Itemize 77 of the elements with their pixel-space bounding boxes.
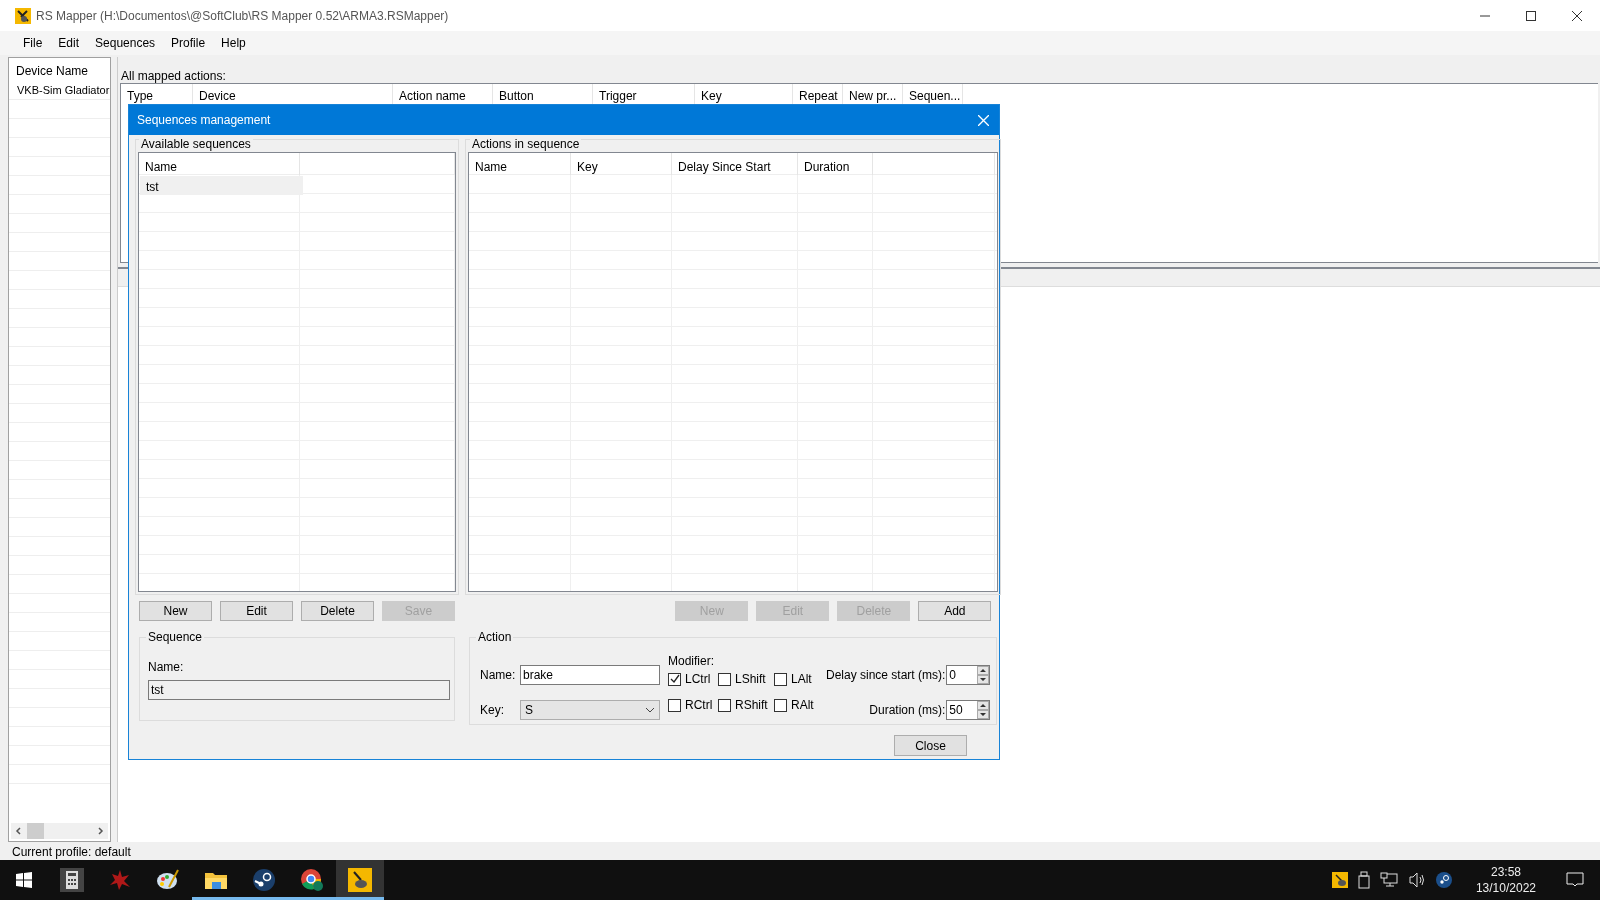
window-title: RS Mapper (H:\Documentos\@SoftClub\RS Mapper 0.52\ARMA3.RSMapper) [36, 7, 449, 25]
scrollbar-thumb[interactable] [27, 823, 44, 839]
column-header[interactable]: Delay Since Start [672, 153, 798, 175]
button[interactable]: Edit [220, 601, 293, 621]
menu-item[interactable]: Edit [50, 34, 88, 52]
button[interactable]: Delete [301, 601, 374, 621]
column-header[interactable]: Name [139, 153, 300, 175]
field-label: Delay since start (ms): [826, 666, 946, 684]
number-spinner[interactable]: 50 [946, 699, 991, 720]
spin-arrows-icon[interactable] [977, 665, 990, 684]
checkbox-label[interactable]: LAlt [791, 670, 812, 688]
joystick-icon [348, 868, 372, 892]
menu-item[interactable]: Help [213, 34, 254, 52]
app-icon [15, 7, 31, 24]
splat-icon [108, 868, 132, 892]
taskbar-button[interactable] [336, 860, 384, 900]
scroll-right-icon[interactable] [96, 827, 104, 835]
maximize-icon[interactable] [1526, 10, 1536, 21]
checkbox[interactable] [668, 698, 681, 712]
steam-icon[interactable] [1435, 872, 1452, 888]
menu-item[interactable]: File [15, 34, 51, 52]
list-row[interactable]: tst [140, 176, 303, 195]
checkbox[interactable] [668, 672, 681, 686]
usb-icon[interactable] [1357, 871, 1370, 889]
button[interactable]: Add [918, 601, 992, 621]
joystick-icon[interactable] [1331, 872, 1348, 888]
close-icon[interactable] [1572, 10, 1582, 21]
group-label: Sequence [146, 630, 205, 644]
check-icon [669, 674, 680, 684]
horizontal-scrollbar[interactable] [11, 823, 108, 839]
group-label: Available sequences [139, 137, 253, 151]
section-label: All mapped actions: [120, 68, 226, 83]
column-header[interactable]: Duration [798, 153, 873, 175]
steam-icon [252, 868, 276, 892]
clock-date: 13/10/2022 [1475, 880, 1536, 896]
start-icon[interactable] [16, 872, 32, 888]
volume-icon[interactable] [1407, 872, 1426, 888]
field-label: Modifier: [668, 653, 715, 668]
close-button[interactable]: Close [894, 735, 967, 756]
column-header[interactable]: Name [469, 153, 571, 175]
group-label: Action [476, 630, 514, 644]
name-field[interactable]: brake [520, 664, 660, 685]
menu-item[interactable]: Sequences [87, 34, 164, 52]
group-label: Actions in sequence [470, 137, 582, 151]
field-label: Name: [148, 659, 185, 676]
clock-time: 23:58 [1490, 864, 1521, 880]
caret-icon [645, 706, 655, 713]
button[interactable]: New [139, 601, 212, 621]
menu-item[interactable]: Profile [163, 34, 214, 52]
palette-icon [156, 868, 180, 892]
checkbox[interactable] [718, 698, 731, 712]
dialog-title: Sequences management [137, 112, 271, 129]
checkbox-label[interactable]: RCtrl [685, 696, 713, 714]
key-dropdown[interactable]: S [520, 699, 660, 720]
checkbox-label[interactable]: RShift [735, 696, 768, 714]
status-text: Current profile: default [12, 845, 131, 859]
network-icon[interactable] [1379, 872, 1398, 888]
checkbox-label[interactable]: RAlt [791, 696, 814, 714]
notifications-icon[interactable] [1566, 872, 1584, 888]
checkbox[interactable] [774, 698, 787, 712]
spin-arrows-icon[interactable] [977, 700, 990, 719]
browser-icon [300, 868, 324, 892]
checkbox-label[interactable]: LCtrl [685, 670, 711, 688]
clock[interactable]: 23:58 13/10/2022 [1475, 864, 1536, 896]
checkbox[interactable] [774, 672, 787, 686]
field-label: Name: [480, 666, 517, 684]
scroll-left-icon[interactable] [15, 827, 23, 835]
checkbox-label[interactable]: LShift [735, 670, 766, 688]
checkbox[interactable] [718, 672, 731, 686]
field-label: Key: [480, 701, 505, 719]
column-header[interactable]: Key [571, 153, 672, 175]
field-label: Duration (ms): [868, 701, 946, 719]
column-header[interactable]: Device Name [9, 58, 110, 80]
list-item[interactable]: VKB-Sim Gladiator [9, 80, 110, 100]
calculator-icon [60, 868, 84, 892]
name-field[interactable]: tst [148, 680, 450, 700]
number-spinner[interactable]: 0 [946, 664, 991, 685]
